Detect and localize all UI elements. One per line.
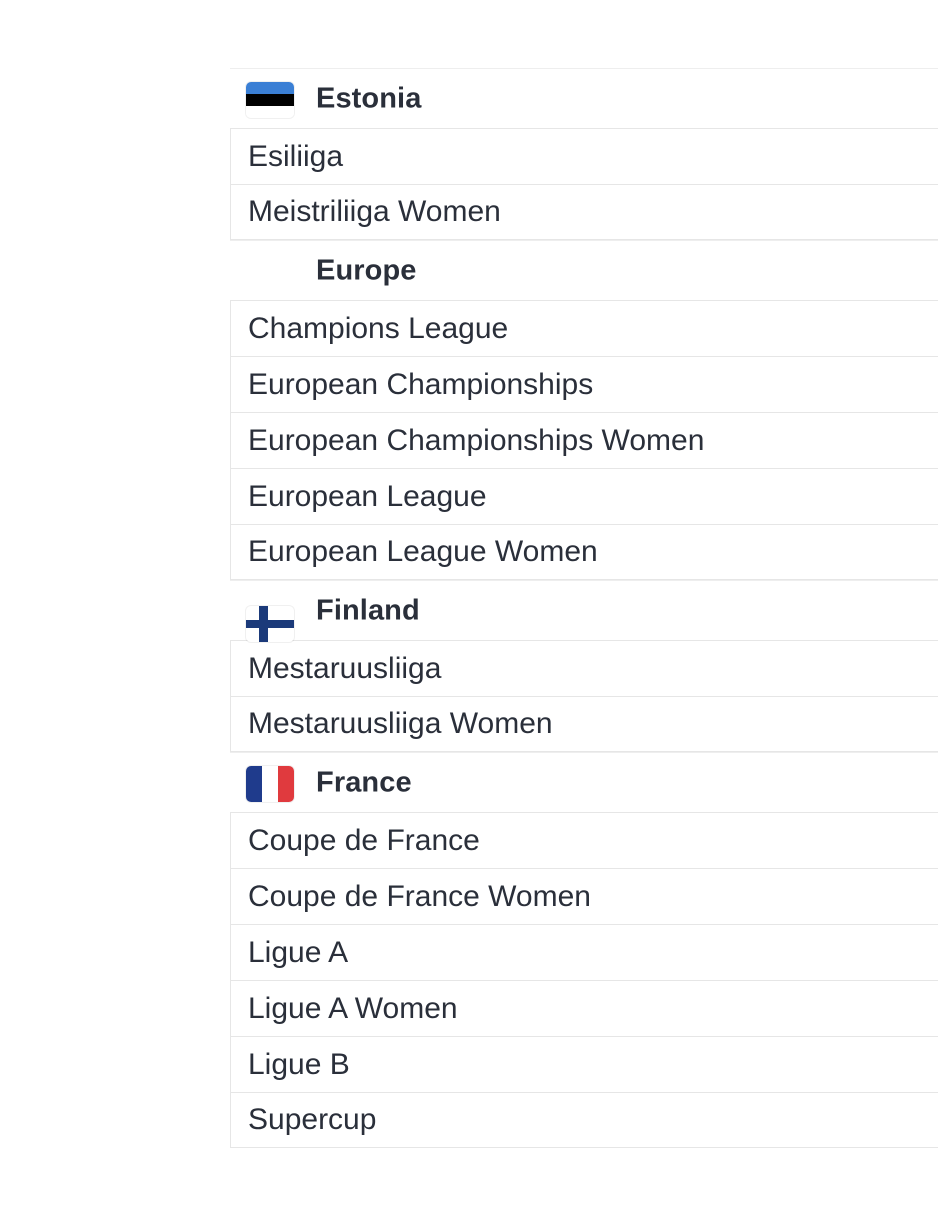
group-header-france: France (230, 752, 938, 812)
league-item[interactable]: Champions League (230, 300, 938, 356)
league-item[interactable]: Mestaruusliiga Women (230, 696, 938, 752)
group-header-finland: Finland (230, 580, 938, 642)
group-header-estonia: Estonia (230, 68, 938, 128)
group-title: Estonia (316, 82, 422, 114)
group-title: Finland (316, 594, 420, 626)
league-item[interactable]: Coupe de France (230, 812, 938, 868)
finland-flag-icon (246, 605, 294, 642)
league-item[interactable]: European League Women (230, 524, 938, 580)
group-estonia: Estonia Esiliiga Meistriliiga Women (230, 68, 938, 240)
league-item[interactable]: Ligue A Women (230, 980, 938, 1036)
group-france: France Coupe de France Coupe de France W… (230, 752, 938, 1148)
league-item[interactable]: Esiliiga (230, 128, 938, 184)
league-item[interactable]: Ligue A (230, 924, 938, 980)
competition-list: Estonia Esiliiga Meistriliiga Women Euro… (230, 68, 938, 1148)
league-item[interactable]: European League (230, 468, 938, 524)
league-item[interactable]: Supercup (230, 1092, 938, 1148)
league-item[interactable]: Mestaruusliiga (230, 640, 938, 696)
group-title: Europe (316, 254, 417, 286)
league-item[interactable]: Meistriliiga Women (230, 184, 938, 240)
group-europe: Europe Champions League European Champio… (230, 240, 938, 580)
france-flag-icon (246, 766, 294, 802)
league-item[interactable]: Coupe de France Women (230, 868, 938, 924)
group-title: France (316, 766, 412, 798)
league-item[interactable]: Ligue B (230, 1036, 938, 1092)
group-finland: Finland Mestaruusliiga Mestaruusliiga Wo… (230, 580, 938, 752)
estonia-flag-icon (246, 82, 294, 118)
league-item[interactable]: European Championships Women (230, 412, 938, 468)
league-item[interactable]: European Championships (230, 356, 938, 412)
group-header-europe: Europe (230, 240, 938, 300)
